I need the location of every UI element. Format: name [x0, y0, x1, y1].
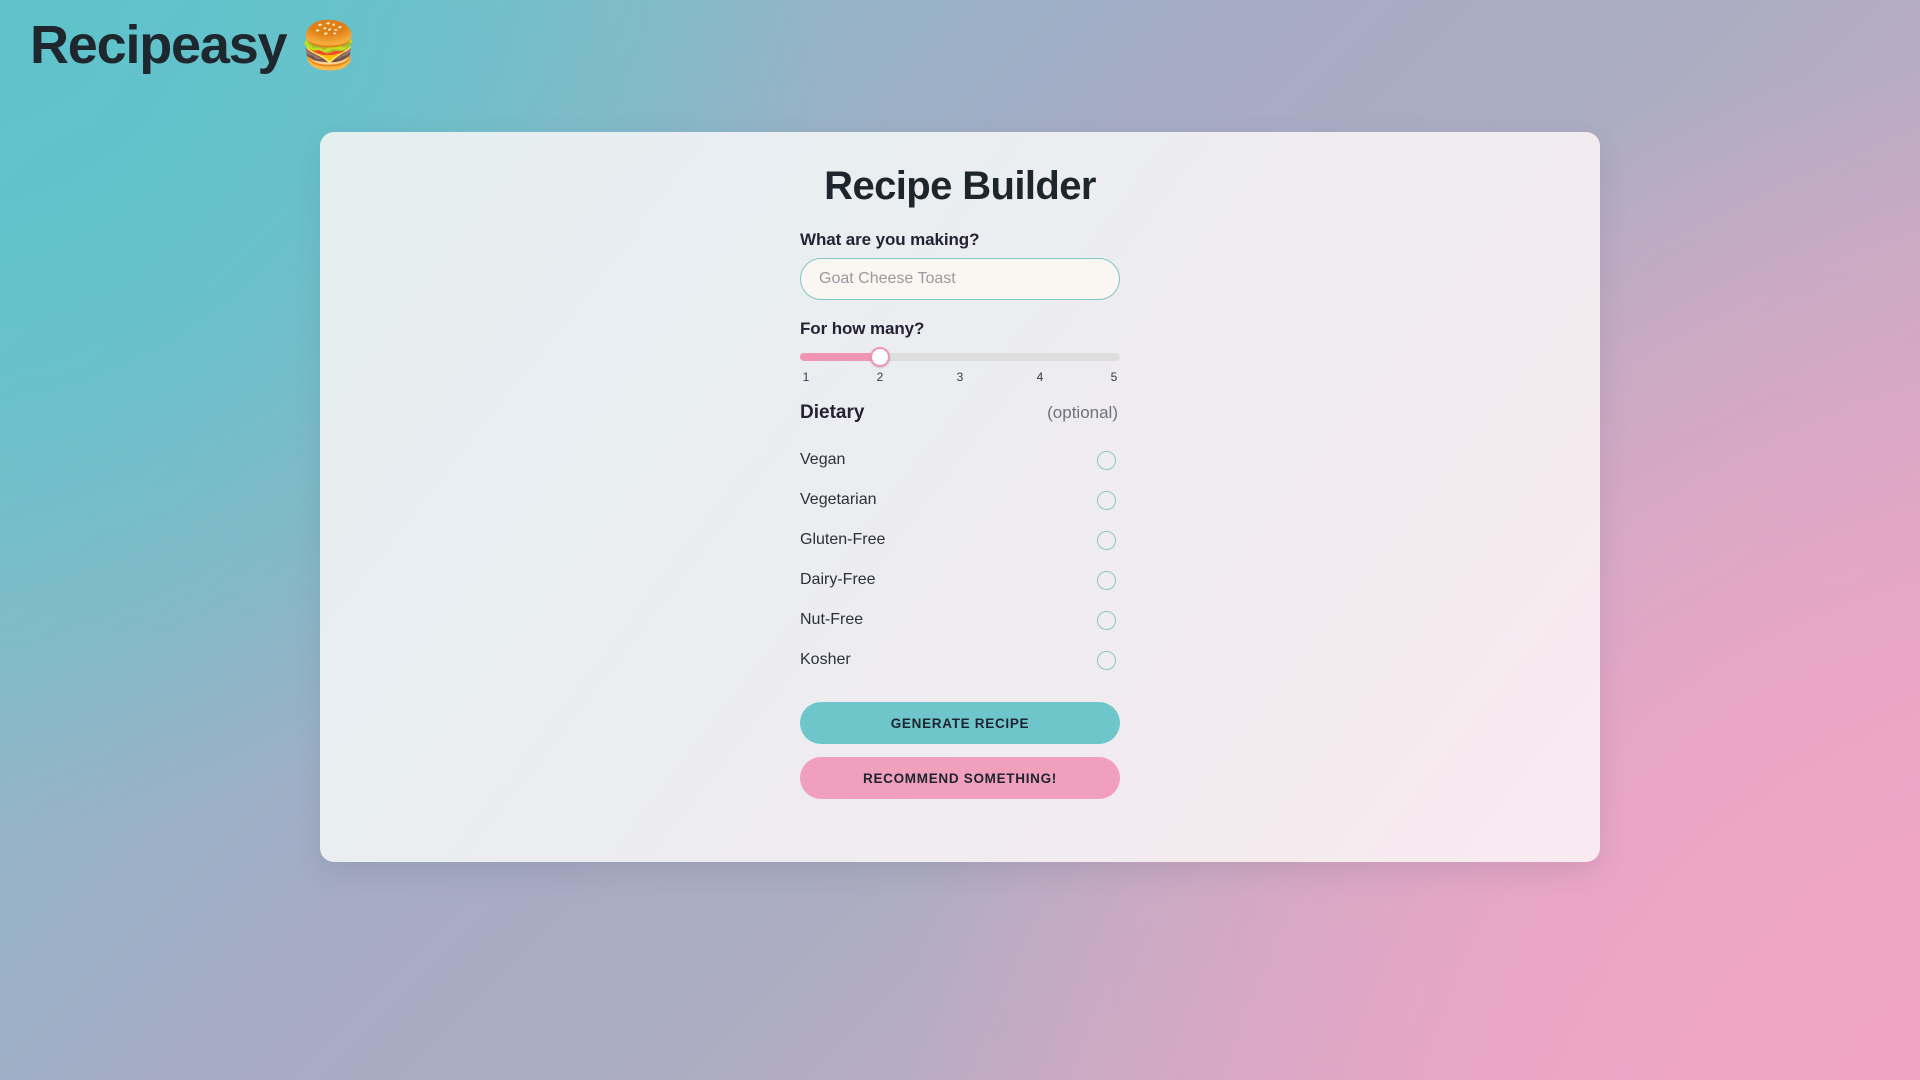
app-title: Recipeasy — [30, 15, 288, 75]
slider-tick-5: 5 — [1110, 370, 1118, 384]
dietary-option-checkbox[interactable] — [1097, 650, 1116, 670]
dietary-option-label: Vegan — [800, 451, 846, 468]
dietary-option-checkbox[interactable] — [1097, 610, 1116, 630]
recommend-something-button[interactable]: RECOMMEND SOMETHING! — [800, 757, 1120, 799]
servings-slider[interactable] — [800, 347, 1120, 367]
dietary-option-label: Kosher — [800, 651, 851, 668]
dietary-option-label: Nut-Free — [800, 611, 864, 628]
recipe-form: What are you making? For how many? 1 2 3 4 5… — [800, 230, 1120, 799]
dietary-option-label: Vegetarian — [800, 491, 877, 508]
dietary-option-checkbox[interactable] — [1097, 450, 1116, 470]
dietary-optional-note: (optional) — [1047, 403, 1118, 422]
app-header: Recipeasy 🍔 — [30, 18, 358, 72]
dietary-option-dairy-free[interactable]: Dairy-Free — [800, 560, 1118, 600]
recipe-builder-card: Recipe Builder What are you making? For … — [320, 132, 1600, 862]
generate-recipe-button[interactable]: GENERATE RECIPE — [800, 702, 1120, 744]
dietary-option-kosher[interactable]: Kosher — [800, 640, 1118, 680]
dietary-option-checkbox[interactable] — [1097, 490, 1116, 510]
hamburger-emoji: 🍔 — [300, 19, 358, 71]
dietary-options-list: Vegan Vegetarian Gluten-Free Dairy-Free Nut-… — [800, 440, 1120, 680]
page-title: Recipe Builder — [824, 164, 1096, 208]
dietary-option-label: Gluten-Free — [800, 531, 886, 548]
dish-input-label: What are you making? — [800, 230, 980, 249]
dietary-title: Dietary — [800, 402, 865, 423]
dietary-option-vegetarian[interactable]: Vegetarian — [800, 480, 1118, 520]
dietary-option-nut-free[interactable]: Nut-Free — [800, 600, 1118, 640]
dietary-header: Dietary (optional) — [800, 402, 1118, 424]
dish-input[interactable] — [800, 258, 1120, 300]
slider-tick-3: 3 — [956, 370, 964, 384]
dietary-option-gluten-free[interactable]: Gluten-Free — [800, 520, 1118, 560]
servings-label: For how many? — [800, 319, 925, 338]
form-actions: GENERATE RECIPE RECOMMEND SOMETHING! — [800, 702, 1120, 799]
slider-tick-1: 1 — [802, 370, 810, 384]
slider-tick-4: 4 — [1036, 370, 1044, 384]
dietary-option-checkbox[interactable] — [1097, 530, 1116, 550]
dietary-option-vegan[interactable]: Vegan — [800, 440, 1118, 480]
slider-thumb[interactable] — [870, 347, 890, 367]
slider-tick-labels: 1 2 3 4 5 — [800, 370, 1120, 386]
dietary-option-label: Dairy-Free — [800, 571, 876, 588]
slider-tick-2: 2 — [876, 370, 884, 384]
slider-fill — [800, 353, 880, 361]
dietary-option-checkbox[interactable] — [1097, 570, 1116, 590]
